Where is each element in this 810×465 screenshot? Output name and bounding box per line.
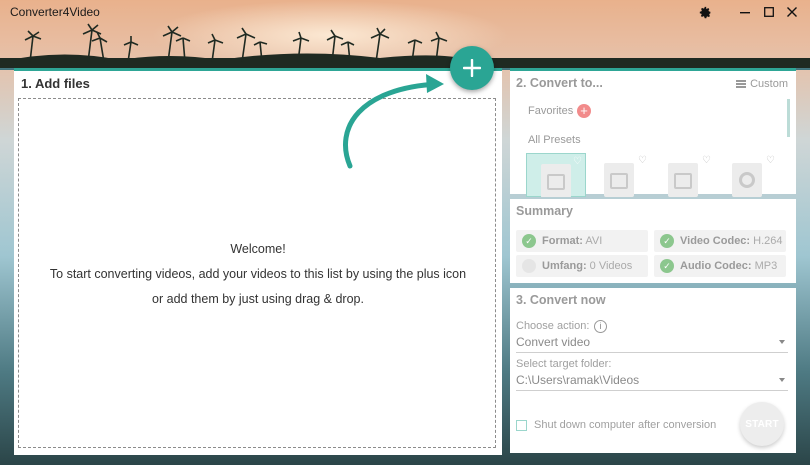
chevron-down-icon <box>779 378 785 382</box>
summary-audio-codec: ✓ Audio Codec: MP3 <box>654 255 786 277</box>
welcome-line-2: or add them by just using drag & drop. <box>152 292 364 306</box>
action-select[interactable]: Convert video <box>516 335 788 353</box>
check-icon: ✓ <box>660 234 674 248</box>
chevron-down-icon <box>779 340 785 344</box>
gear-icon[interactable] <box>697 4 713 20</box>
convert-now-heading: 3. Convert now <box>516 293 606 307</box>
add-files-heading: 1. Add files <box>21 76 90 91</box>
custom-button[interactable]: Custom <box>736 78 788 90</box>
summary-format-label: Format: <box>542 235 583 247</box>
target-folder-label: Select target folder: <box>516 358 612 370</box>
favorites-label: Favorites <box>528 105 574 117</box>
film-icon <box>547 174 565 190</box>
start-button[interactable]: START <box>740 402 784 446</box>
summary-umfang-value: 0 Videos <box>589 260 633 272</box>
summary-video-codec-label: Video Codec: <box>680 235 751 247</box>
summary-audio-codec-label: Audio Codec: <box>680 260 752 272</box>
preset-tile[interactable]: ♡ <box>718 153 778 197</box>
check-icon <box>522 259 536 273</box>
target-folder-value: C:\Users\ramak\Videos <box>516 373 640 387</box>
start-button-label: START <box>745 418 779 430</box>
file-icon <box>541 164 571 197</box>
hint-arrow-icon <box>343 74 444 169</box>
summary-umfang: Umfang: 0 Videos <box>516 255 648 277</box>
add-files-button[interactable] <box>450 46 494 90</box>
convert-to-panel: 2. Convert to... Custom Favorites + All … <box>510 68 796 197</box>
convert-now-panel: 3. Convert now Choose action: i Convert … <box>510 288 796 453</box>
convert-to-heading: 2. Convert to... <box>516 76 603 90</box>
summary-format: ✓ Format: AVI <box>516 230 648 252</box>
summary-panel: Summary ✓ Format: AVI ✓ Video Codec: H.2… <box>510 199 796 283</box>
info-icon[interactable]: i <box>594 320 607 333</box>
choose-action-label: Choose action: <box>516 320 590 332</box>
palm-silhouette <box>0 23 810 68</box>
welcome-message: Welcome! To start converting videos, add… <box>19 237 497 312</box>
welcome-title: Welcome! <box>230 242 286 256</box>
heart-icon[interactable]: ♡ <box>702 155 711 166</box>
heart-icon[interactable]: ♡ <box>638 155 647 166</box>
preset-tile[interactable]: ♡ <box>654 153 714 197</box>
action-select-value: Convert video <box>516 335 591 349</box>
shutdown-checkbox[interactable] <box>516 420 527 431</box>
heart-icon[interactable]: ♡ <box>573 156 582 167</box>
minimize-icon[interactable] <box>737 4 753 20</box>
check-icon: ✓ <box>660 259 674 273</box>
film-icon <box>610 173 628 189</box>
presets-scrollbar[interactable] <box>787 99 790 137</box>
file-icon <box>668 163 698 197</box>
plus-icon <box>463 59 481 77</box>
summary-video-codec-value: H.264 <box>753 235 783 247</box>
summary-audio-codec-value: MP3 <box>754 260 778 272</box>
summary-heading: Summary <box>516 204 573 218</box>
summary-umfang-label: Umfang: <box>542 260 587 272</box>
file-icon <box>732 163 762 197</box>
film-icon <box>674 173 692 189</box>
presets-list: ♡ ♡ ♡ ♡ <box>526 153 781 197</box>
shutdown-label: Shut down computer after conversion <box>534 419 717 431</box>
menu-icon <box>736 80 747 88</box>
preset-tile[interactable]: ♡ <box>526 153 586 197</box>
all-presets-label: All Presets <box>528 134 581 146</box>
add-favorite-button[interactable]: + <box>577 104 591 118</box>
summary-video-codec: ✓ Video Codec: H.264 <box>654 230 786 252</box>
heart-icon[interactable]: ♡ <box>766 155 775 166</box>
target-folder-select[interactable]: C:\Users\ramak\Videos <box>516 373 788 391</box>
app-title: Converter4Video <box>10 5 100 19</box>
maximize-icon[interactable] <box>761 4 777 20</box>
summary-format-value: AVI <box>585 235 603 247</box>
title-bar: Converter4Video <box>0 0 810 24</box>
preset-tile[interactable]: ♡ <box>590 153 650 197</box>
check-icon: ✓ <box>522 234 536 248</box>
custom-label: Custom <box>750 78 788 90</box>
file-icon <box>604 163 634 197</box>
disc-icon <box>739 172 755 188</box>
close-icon[interactable] <box>784 4 800 20</box>
welcome-line-1: To start converting videos, add your vid… <box>49 267 467 281</box>
